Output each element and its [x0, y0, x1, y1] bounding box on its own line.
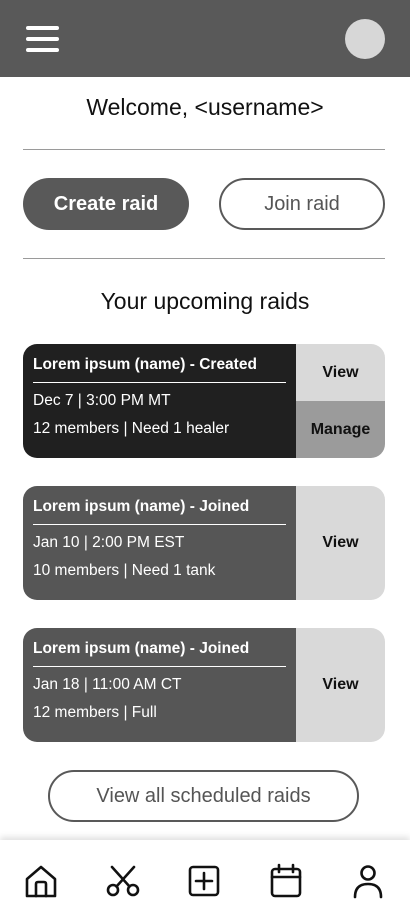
raid-actions: View	[296, 628, 385, 742]
profile-icon[interactable]	[349, 862, 387, 900]
scissors-icon[interactable]	[104, 862, 142, 900]
raid-datetime: Jan 10 | 2:00 PM EST	[33, 534, 185, 551]
view-raid-button[interactable]: View	[296, 628, 385, 742]
divider	[23, 149, 385, 150]
raid-details: 10 members | Need 1 tank	[33, 562, 216, 579]
view-raid-button[interactable]: View	[296, 344, 385, 401]
hamburger-menu-icon[interactable]	[24, 24, 62, 54]
welcome-text: Welcome, <username>	[86, 94, 324, 120]
join-raid-button[interactable]: Join raid	[219, 178, 385, 230]
raid-title: Lorem ipsum (name) - Joined	[33, 498, 286, 525]
menu-line	[26, 48, 59, 52]
raid-card: Lorem ipsum (name) - Joined Jan 10 | 2:0…	[23, 486, 385, 600]
raid-details: 12 members | Need 1 healer	[33, 420, 230, 437]
calendar-icon[interactable]	[267, 862, 305, 900]
raid-datetime: Jan 18 | 11:00 AM CT	[33, 676, 182, 693]
add-square-icon[interactable]	[185, 862, 223, 900]
upcoming-raids-title: Your upcoming raids	[100, 288, 310, 314]
raid-title: Lorem ipsum (name) - Created	[33, 356, 286, 383]
view-raid-button[interactable]: View	[296, 486, 385, 600]
raid-card: Lorem ipsum (name) - Created Dec 7 | 3:0…	[23, 344, 385, 458]
top-bar	[0, 0, 410, 77]
app-screen: Welcome, <username> Create raid Join rai…	[0, 0, 410, 920]
user-avatar[interactable]	[345, 19, 385, 59]
menu-line	[26, 37, 59, 41]
raid-card: Lorem ipsum (name) - Joined Jan 18 | 11:…	[23, 628, 385, 742]
raid-actions: View	[296, 486, 385, 600]
manage-raid-button[interactable]: Manage	[296, 401, 385, 458]
raid-info: Lorem ipsum (name) - Joined Jan 18 | 11:…	[23, 628, 296, 742]
create-raid-button[interactable]: Create raid	[23, 178, 189, 230]
raid-actions: View Manage	[296, 344, 385, 458]
home-icon[interactable]	[22, 862, 60, 900]
raid-info: Lorem ipsum (name) - Created Dec 7 | 3:0…	[23, 344, 296, 458]
menu-line	[26, 26, 59, 30]
divider	[23, 258, 385, 259]
raid-title: Lorem ipsum (name) - Joined	[33, 640, 286, 667]
view-all-raids-button[interactable]: View all scheduled raids	[48, 770, 359, 822]
raid-info: Lorem ipsum (name) - Joined Jan 10 | 2:0…	[23, 486, 296, 600]
raid-details: 12 members | Full	[33, 704, 157, 721]
raid-datetime: Dec 7 | 3:00 PM MT	[33, 392, 171, 409]
bottom-nav	[0, 840, 410, 920]
